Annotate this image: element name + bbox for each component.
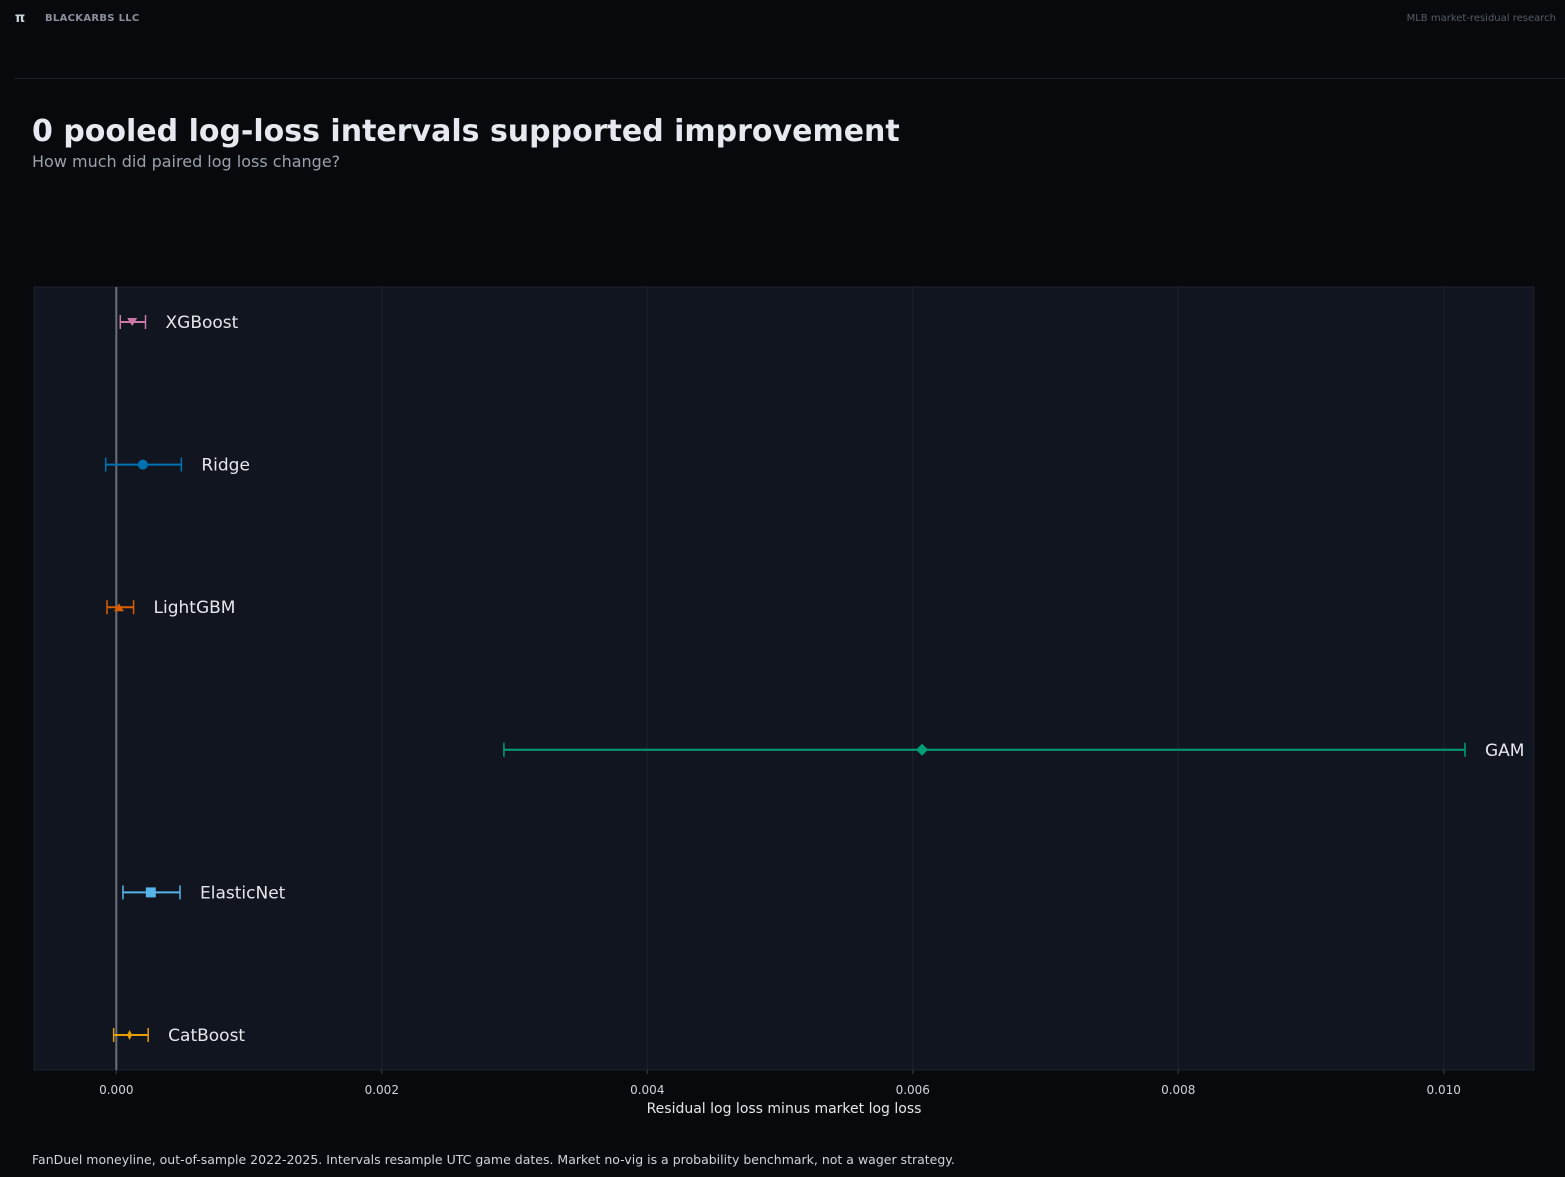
series-label: CatBoost: [168, 1026, 245, 1046]
x-tick-label: 0.010: [1427, 1083, 1461, 1097]
series-label: GAM: [1485, 741, 1524, 761]
x-axis-label: Residual log loss minus market log loss: [647, 1101, 922, 1117]
x-tick-label: 0.008: [1161, 1083, 1195, 1097]
x-axis-ticks: 0.000 0.002 0.004 0.006 0.008 0.010: [99, 1070, 1461, 1097]
series-label: XGBoost: [166, 313, 239, 333]
estimate-marker: [145, 887, 156, 898]
interval-chart: XGBoost Ridge LightGBM GAM ElasticNet CatBoos…: [33, 286, 1535, 1117]
series-label: LightGBM: [154, 598, 236, 618]
x-tick-label: 0.002: [365, 1083, 399, 1097]
series-label: Ridge: [201, 456, 250, 476]
x-tick-label: 0.000: [99, 1083, 133, 1097]
estimate-marker: [137, 459, 148, 470]
x-tick-label: 0.006: [896, 1083, 930, 1097]
series-label: ElasticNet: [200, 883, 286, 903]
plot-area: [33, 286, 1535, 1071]
footnote: FanDuel moneyline, out-of-sample 2022-20…: [32, 1152, 955, 1167]
x-tick-label: 0.004: [630, 1083, 664, 1097]
